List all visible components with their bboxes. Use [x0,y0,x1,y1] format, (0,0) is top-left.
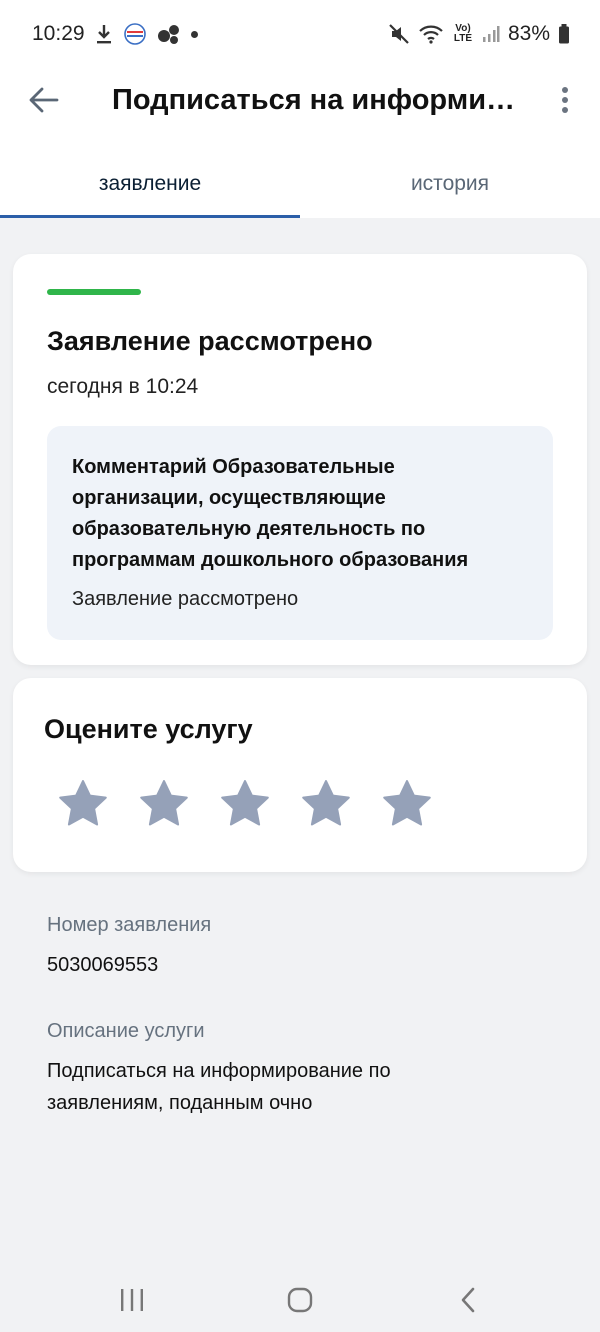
signal-icon [482,25,500,43]
more-vertical-icon [562,107,568,113]
more-vertical-icon [562,97,568,103]
back-nav-button[interactable] [448,1282,488,1318]
status-title: Заявление рассмотрено [47,326,373,356]
status-bar: 10:29 Vo) LTE 83% [0,0,600,68]
more-vertical-icon [562,87,568,93]
application-number-label: Номер заявления [47,914,212,936]
battery-icon [558,24,570,44]
tab-application[interactable]: заявление [0,150,300,218]
dot-icon [190,30,198,38]
more-options-button[interactable] [550,80,580,120]
home-icon [287,1287,313,1313]
status-right: Vo) LTE 83% [388,22,570,46]
recent-apps-icon [121,1289,143,1311]
rating-title: Оцените услугу [44,714,253,744]
page-title: Подписаться на информирование по заявлен… [112,84,522,116]
app-bar: Подписаться на информирование по заявлен… [0,68,600,132]
status-indicator-line [47,289,141,295]
star-icon[interactable] [57,778,109,830]
star-icon[interactable] [300,778,352,830]
app-icon [157,23,181,45]
star-icon[interactable] [138,778,190,830]
mute-icon [388,23,410,45]
tab-history[interactable]: история [300,150,600,218]
application-status-card: Заявление рассмотрено сегодня в 10:24 Ко… [13,254,587,665]
star-icon[interactable] [219,778,271,830]
back-nav-icon [461,1287,475,1313]
rating-stars [57,778,433,830]
service-description-value: Подписаться на информирование по заявлен… [47,1060,391,1114]
arrow-left-icon [29,87,59,113]
home-button[interactable] [280,1282,320,1318]
service-description-label: Описание услуги [47,1020,205,1042]
clock: 10:29 [32,22,85,45]
rating-card: Оцените услугу [13,678,587,872]
wifi-icon [418,24,444,44]
back-button[interactable] [26,82,62,118]
recent-apps-button[interactable] [112,1282,152,1318]
volte-icon: Vo) LTE [453,23,473,44]
tab-bar: заявление история [0,150,600,218]
status-time: сегодня в 10:24 [47,375,199,398]
comment-box: Комментарий Образовательные организации,… [47,426,553,640]
battery-percent: 83% [507,22,550,45]
application-number-value: 5030069553 [47,954,159,976]
star-icon[interactable] [381,778,433,830]
status-left: 10:29 [32,22,198,46]
system-nav-bar [0,1262,600,1332]
gosuslugi-icon [123,22,147,46]
comment-text: Заявление рассмотрено [72,588,299,610]
download-icon [95,23,113,45]
comment-heading: Комментарий Образовательные организации,… [72,456,469,571]
